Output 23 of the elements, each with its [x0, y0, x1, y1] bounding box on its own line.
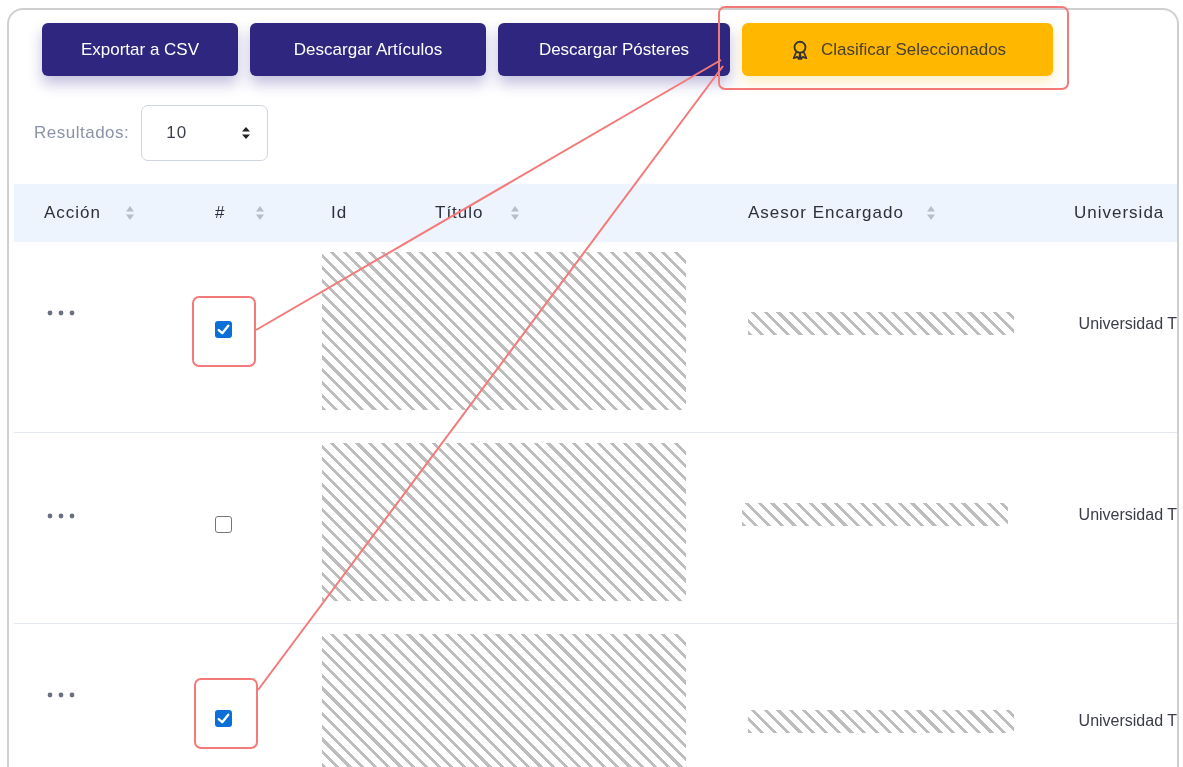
- toolbar-button[interactable]: Descargar Pósteres: [498, 23, 730, 76]
- column-header[interactable]: Acción: [14, 184, 190, 242]
- row-checkbox[interactable]: [215, 321, 233, 338]
- table-cell: Universidad T: [1078, 506, 1177, 523]
- column-header[interactable]: Asesor Encargado: [720, 184, 1046, 242]
- table-cell: Universidad T: [1078, 712, 1177, 729]
- table-cell: Universidad T: [1078, 315, 1177, 332]
- toolbar-button[interactable]: Clasificar Seleccionados: [742, 23, 1053, 76]
- more-options-icon[interactable]: [47, 310, 75, 316]
- row-checkbox[interactable]: [215, 516, 233, 533]
- results-label: Resultados:: [34, 123, 130, 143]
- highlight-box: [192, 296, 256, 367]
- toolbar-button[interactable]: Exportar a CSV: [42, 23, 238, 76]
- row-checkbox[interactable]: [215, 710, 233, 727]
- column-header[interactable]: #: [190, 184, 300, 242]
- more-options-icon[interactable]: [47, 692, 75, 698]
- column-header[interactable]: Universida: [1046, 184, 1177, 242]
- sort-arrows-icon: [241, 126, 252, 140]
- highlight-box: [194, 678, 258, 749]
- more-options-icon[interactable]: [47, 513, 75, 519]
- toolbar-button[interactable]: Descargar Artículos: [250, 23, 486, 76]
- column-header[interactable]: Id: [300, 184, 420, 242]
- page-size-select[interactable]: 10: [141, 105, 269, 161]
